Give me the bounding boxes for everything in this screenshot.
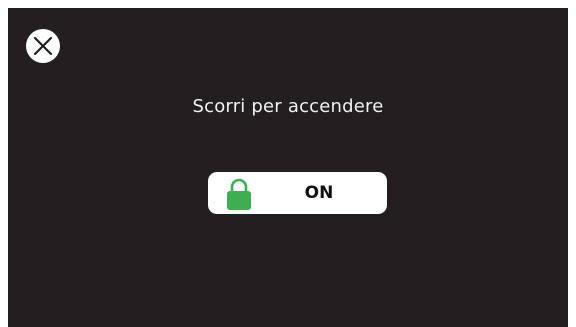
close-button[interactable] xyxy=(26,29,60,63)
slider-handle[interactable] xyxy=(225,178,253,210)
slider-label: ON xyxy=(304,183,334,203)
page-title: Scorri per accendere xyxy=(192,96,384,117)
slide-to-power-on-slider[interactable]: ON xyxy=(208,172,387,214)
lock-icon xyxy=(227,178,251,210)
close-icon xyxy=(33,36,53,56)
power-on-screen: Scorri per accendere ON xyxy=(8,8,568,327)
